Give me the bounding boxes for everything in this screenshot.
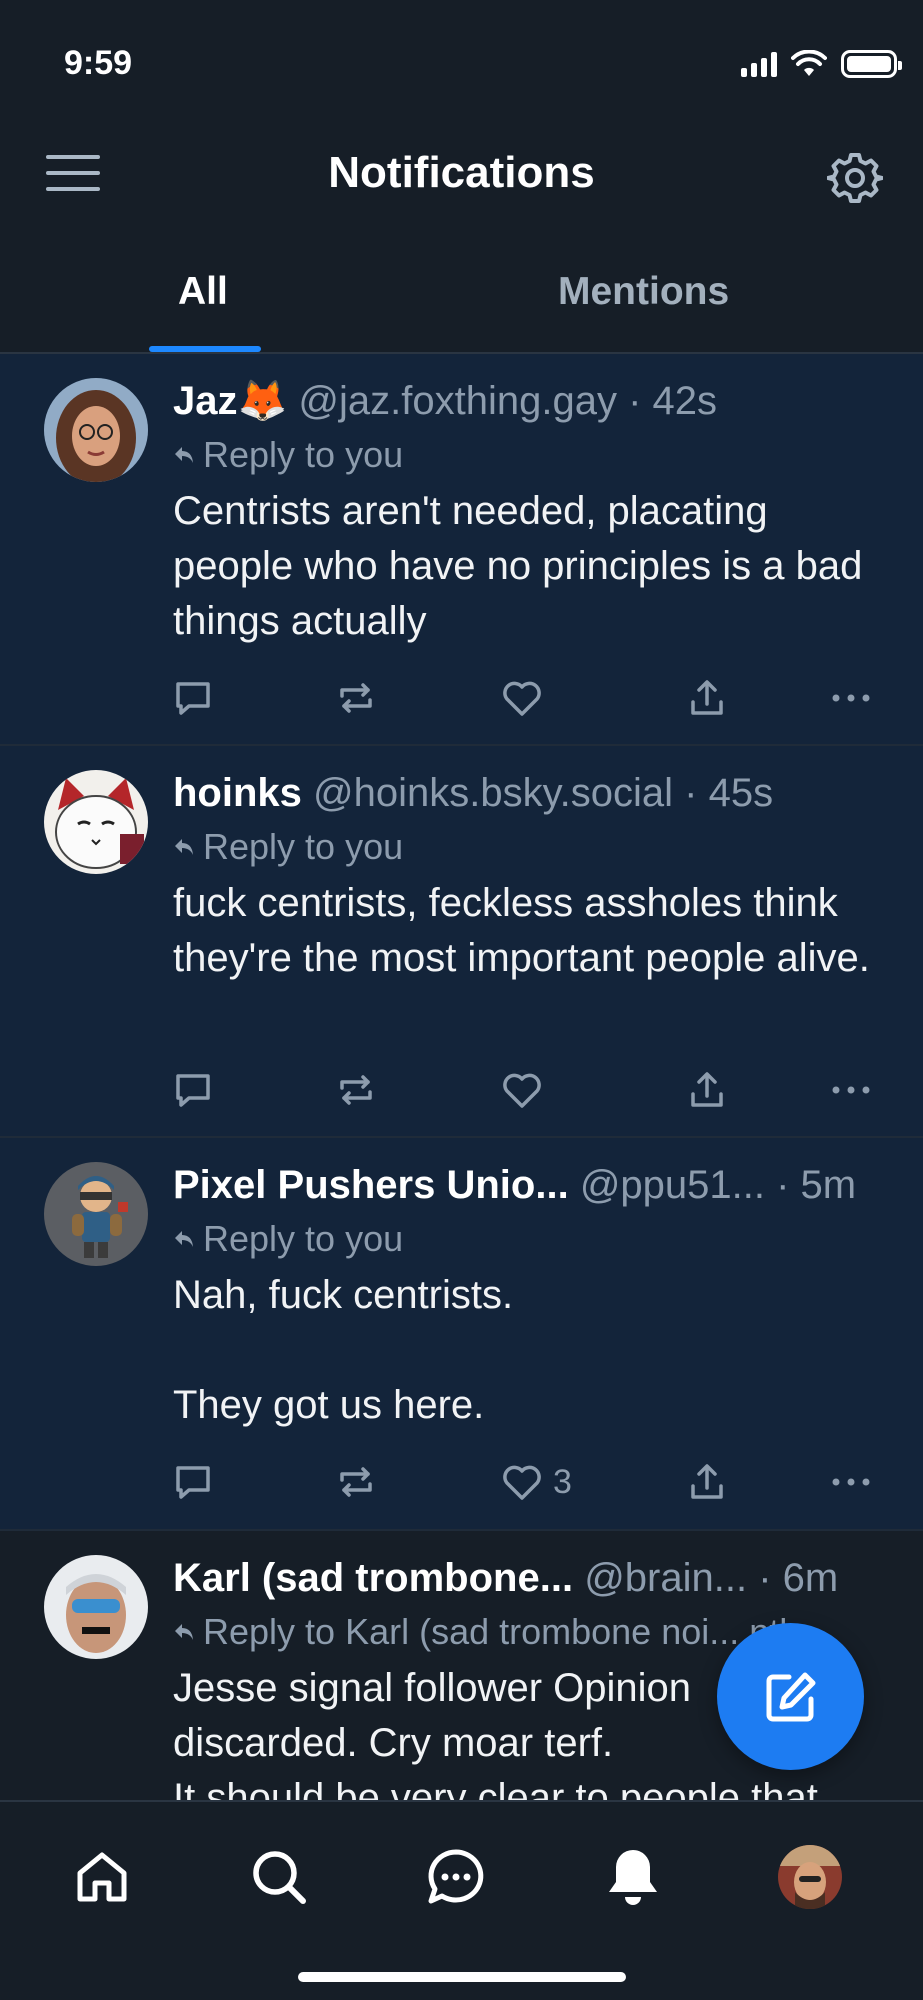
like-count: 3 <box>553 1462 572 1501</box>
more-icon <box>832 1478 870 1486</box>
tab-mentions[interactable]: Mentions <box>558 270 729 314</box>
chat-icon <box>428 1849 484 1904</box>
more-button[interactable] <box>830 1068 872 1112</box>
post-time: · 6m <box>758 1556 839 1600</box>
bottom-nav <box>0 1800 923 2000</box>
repost-button[interactable] <box>336 1068 376 1112</box>
avatar[interactable] <box>44 1162 148 1266</box>
post-actions <box>173 1068 879 1112</box>
reply-button[interactable] <box>173 1460 213 1504</box>
reply-label: Reply to you <box>203 1218 404 1259</box>
author-name[interactable]: hoinks <box>173 771 302 815</box>
post-time: · 5m <box>776 1163 857 1207</box>
share-icon <box>691 1464 723 1499</box>
compose-button[interactable] <box>717 1623 864 1770</box>
author-handle[interactable]: @jaz.foxthing.gay <box>298 379 617 423</box>
tab-bar: All Mentions <box>0 250 923 354</box>
share-button[interactable] <box>687 1068 727 1112</box>
battery-icon <box>841 50 902 78</box>
post-time: · 42s <box>628 379 718 423</box>
post-time: · 45s <box>684 771 774 815</box>
reply-button[interactable] <box>173 1068 213 1112</box>
tab-all[interactable]: All <box>178 270 228 314</box>
reply-arrow-icon <box>175 1624 193 1640</box>
author-handle[interactable]: @ppu51... <box>580 1163 765 1207</box>
author-handle[interactable]: @brain... <box>584 1556 747 1600</box>
notification-feed[interactable]: Jaz🦊 @jaz.foxthing.gay · 42s Reply to yo… <box>0 354 923 1800</box>
repost-icon <box>340 1075 372 1105</box>
share-button[interactable] <box>687 676 727 720</box>
home-indicator <box>298 1972 626 1982</box>
repost-button[interactable] <box>336 1460 376 1504</box>
avatar[interactable] <box>44 770 148 874</box>
nav-chat[interactable] <box>419 1840 493 1914</box>
status-icons <box>741 50 902 78</box>
reply-label: Reply to you <box>203 826 404 867</box>
bell-icon <box>609 1850 657 1905</box>
more-button[interactable] <box>830 1460 872 1504</box>
more-icon <box>832 1086 870 1094</box>
page-title: Notifications <box>328 148 595 197</box>
avatar[interactable] <box>44 1555 148 1659</box>
status-time: 9:59 <box>64 44 133 82</box>
notification-item[interactable]: Pixel Pushers Unio... @ppu51... · 5m Rep… <box>0 1138 923 1531</box>
reply-icon <box>176 1466 210 1499</box>
like-button[interactable]: 3 <box>501 1460 572 1504</box>
heart-icon <box>503 681 541 716</box>
active-tab-indicator <box>149 346 261 352</box>
status-bar: 9:59 <box>0 0 923 130</box>
compose-icon <box>766 1672 815 1721</box>
like-button[interactable] <box>501 676 553 720</box>
repost-button[interactable] <box>336 676 376 720</box>
post-actions <box>173 676 879 720</box>
reply-arrow-icon <box>175 447 193 463</box>
share-icon <box>691 1072 723 1107</box>
post-text: fuck centrists, feckless assholes think … <box>173 881 870 980</box>
notification-item[interactable]: Jaz🦊 @jaz.foxthing.gay · 42s Reply to yo… <box>0 354 923 746</box>
heart-icon <box>503 1073 541 1108</box>
reply-label: Reply to you <box>203 434 404 475</box>
post-text: Centrists aren't needed, placating peopl… <box>173 489 863 643</box>
reply-button[interactable] <box>173 676 213 720</box>
author-name[interactable]: Karl (sad trombone... <box>173 1556 573 1600</box>
author-name[interactable]: Pixel Pushers Unio... <box>173 1163 569 1207</box>
reply-context: Reply to you <box>173 432 883 478</box>
author-handle[interactable]: @hoinks.bsky.social <box>313 771 673 815</box>
reply-icon <box>176 682 210 715</box>
nav-notifications[interactable] <box>596 1840 670 1914</box>
post-actions: 3 <box>173 1460 879 1504</box>
more-button[interactable] <box>830 676 872 720</box>
nav-search[interactable] <box>242 1840 316 1914</box>
reply-context: Reply to you <box>173 1216 883 1262</box>
wifi-icon <box>791 50 827 76</box>
home-icon <box>77 1852 127 1902</box>
avatar[interactable] <box>44 378 148 482</box>
header: Notifications <box>0 130 923 222</box>
signal-icon <box>741 51 777 77</box>
repost-icon <box>340 683 372 713</box>
repost-icon <box>340 1467 372 1497</box>
author-name[interactable]: Jaz🦊 <box>173 379 287 423</box>
reply-context: Reply to you <box>173 824 883 870</box>
nav-home[interactable] <box>65 1840 139 1914</box>
reply-arrow-icon <box>175 839 193 855</box>
avatar <box>778 1845 842 1909</box>
reply-icon <box>176 1074 210 1107</box>
more-icon <box>832 694 870 702</box>
reply-arrow-icon <box>175 1231 193 1247</box>
like-button[interactable] <box>501 1068 553 1112</box>
heart-icon <box>503 1465 541 1500</box>
gear-icon[interactable] <box>827 150 883 206</box>
search-icon <box>253 1851 306 1904</box>
share-icon <box>691 680 723 715</box>
post-text: Nah, fuck centrists. They got us here. <box>173 1273 514 1427</box>
share-button[interactable] <box>687 1460 727 1504</box>
notification-item[interactable]: hoinks @hoinks.bsky.social · 45s Reply t… <box>0 746 923 1138</box>
nav-profile[interactable] <box>773 1840 847 1914</box>
